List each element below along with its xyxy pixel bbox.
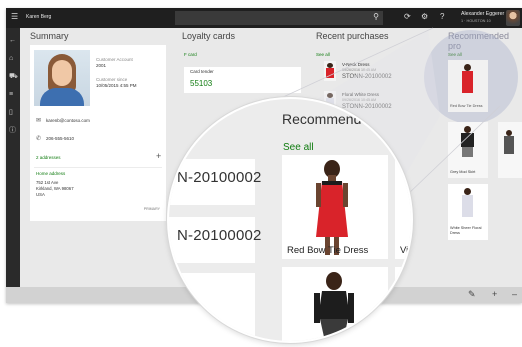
recommended-see-all-link[interactable]: See all [448,52,462,57]
loyalty-heading: Loyalty cards [182,31,236,41]
recommended-item[interactable]: Grey Mod Skirt [448,122,488,178]
home-icon[interactable]: ⌂ [9,55,13,63]
phone-icon: ✆ [36,136,42,142]
magnified-order-number: N-20100002 [177,169,262,186]
products-icon[interactable]: ⛟ [9,73,18,81]
card-tender-label: Card tender [190,69,214,74]
clipboard-icon[interactable]: ▯ [9,109,13,117]
purchase-name: Floral White Dress [342,92,380,97]
customer-name-header: Karen Berg [26,14,52,20]
top-bar: ☰ Karen Berg ⚲ ⟳ ⚙ ? Alexander Eggerer 1… [6,8,522,28]
recommended-item[interactable]: White Sheer Floral Dress [448,184,488,240]
phone-row[interactable]: ✆ 206-555-5610 [36,135,74,142]
summary-card: Customer Account 2001 Customer since 10/… [30,45,166,221]
recommended-item-name: Red Bow Tie Dress [450,104,483,108]
purchase-date: 09/26/2016 10:45 AM [342,98,377,102]
refresh-icon[interactable]: ⟳ [404,12,411,21]
customer-since: Customer since 10/05/2015 4:55 PM [96,77,137,89]
recommended-item-name: White Sheer Floral Dress [450,226,482,235]
phone-value: 206-555-5610 [46,136,75,141]
mail-icon: ✉ [36,118,42,124]
magnified-product-card[interactable] [395,267,411,341]
magnified-product-card[interactable]: Red Bow Tie Dress [282,155,388,259]
search-box[interactable]: ⚲ [175,11,383,25]
magnifier-lens: N-20100002 N-20100002 Recommended See al… [167,97,413,343]
address-line-3: USA [36,192,45,197]
info-icon[interactable]: ⓘ [9,127,16,135]
purchase-name: V-Neck Dress [342,62,370,67]
purchase-thumbnail [324,61,336,81]
more-icon[interactable]: – [512,289,517,299]
customer-photo [34,50,90,106]
customer-since-value: 10/05/2015 4:55 PM [96,83,137,88]
customer-account-value: 2001 [96,63,107,68]
purchase-date: 09/26/2016 10:45 AM [342,68,377,72]
recent-purchases-heading: Recent purchases [316,31,389,41]
add-address-icon[interactable]: + [156,151,161,161]
red-dress-image [316,160,348,255]
magnified-product-card[interactable]: Viole [395,155,411,259]
help-icon[interactable]: ? [440,12,444,21]
customer-account: Customer Account 2001 [96,57,133,69]
home-address-label: Home address [36,171,66,176]
addresses-link[interactable]: 2 addresses [36,155,61,160]
purchase-order: STONN-20100002 [342,74,392,80]
edit-icon[interactable]: ✎ [468,289,476,300]
address-text: 752 1st Ave Kirkland, WA 98067 USA [36,180,74,198]
orders-icon[interactable]: ≡ [9,91,13,99]
signed-in-user-name: Alexander Eggerer [461,11,505,17]
settings-icon[interactable]: ⚙ [421,12,428,21]
loyalty-card[interactable]: Card tender 55103 [184,67,301,93]
add-icon[interactable]: + [492,289,497,299]
search-icon[interactable]: ⚲ [373,12,379,21]
magnified-see-all-link[interactable]: See all [283,142,314,153]
email-value: karenb@contoso.com [46,118,90,123]
email-row[interactable]: ✉ karenb@contoso.com [36,117,90,124]
magnified-recommended-title: Recommended [282,111,377,127]
purchase-item[interactable]: V-Neck Dress 09/26/2016 10:45 AM STONN-2… [324,60,434,82]
summary-heading: Summary [30,31,69,41]
magnified-product-name: Red Bow Tie Dress [287,245,369,256]
magnified-order-card [169,273,255,341]
customer-since-label: Customer since [96,77,128,82]
magnified-product-card[interactable] [282,267,388,341]
recent-see-all-link[interactable]: See all [316,52,330,57]
card-number: 55103 [190,79,213,88]
loyalty-card-type: F card [184,52,197,57]
store-info: 1 · HOUSTON 10 [461,19,491,23]
signed-in-user[interactable]: Alexander Eggerer 1 · HOUSTON 10 [461,11,504,25]
recommended-item-name: Grey Mod Skirt [450,170,476,174]
purchase-order: STONN-20100002 [342,104,392,110]
primary-badge: PRIMARY [143,207,160,211]
user-avatar[interactable] [506,10,520,26]
left-nav-rail: ← ⌂ ⛟ ≡ ▯ ⓘ [6,28,20,303]
hamburger-icon[interactable]: ☰ [11,12,18,21]
back-icon[interactable]: ← [9,37,16,45]
recommended-item-partial[interactable] [498,122,522,178]
recommended-item[interactable]: Red Bow Tie Dress [448,60,488,112]
home-address-card[interactable]: Home address 752 1st Ave Kirkland, WA 98… [34,167,162,213]
magnified-order-number: N-20100002 [177,227,262,244]
black-outfit-image [314,272,354,341]
customer-account-label: Customer Account [96,57,133,62]
